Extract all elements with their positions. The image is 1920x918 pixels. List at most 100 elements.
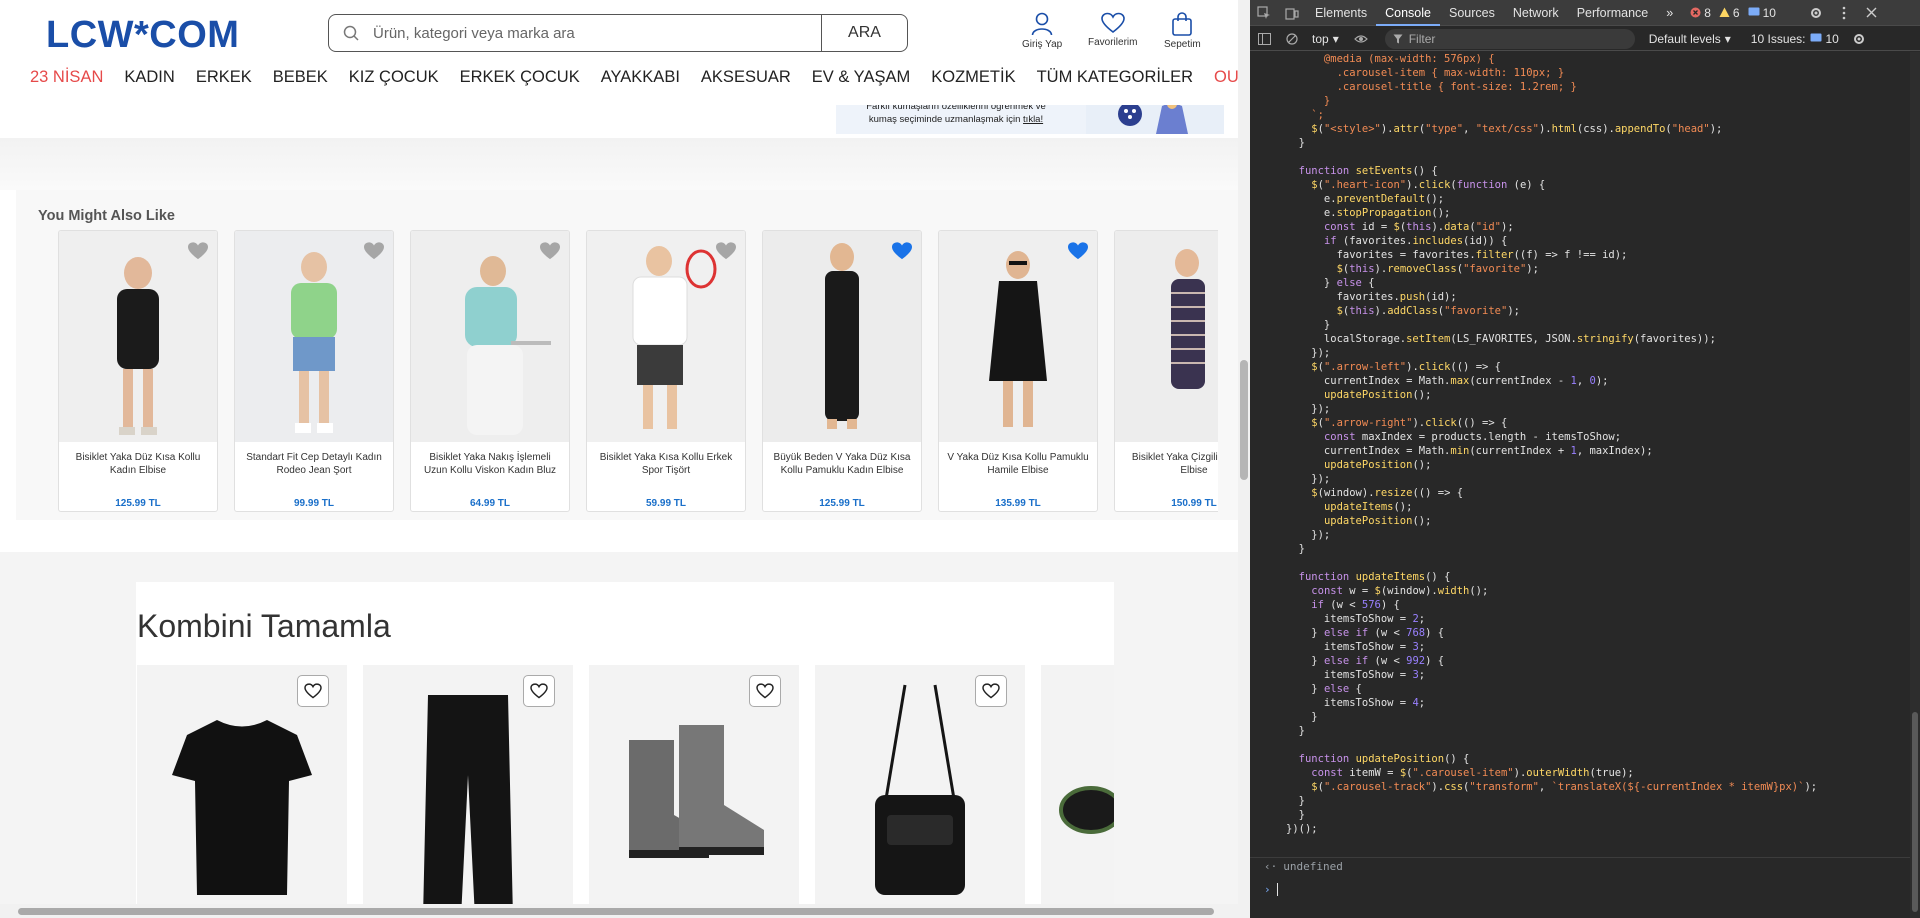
nav-item-aksesuar[interactable]: AKSESUAR [701,68,791,87]
nav-item-kozmetik[interactable]: KOZMETİK [931,68,1015,87]
nav-item-erkek-cocuk[interactable]: ERKEK ÇOCUK [460,68,580,87]
code-line: }); [1286,473,1331,485]
result-arrow-icon: ‹· [1264,860,1278,873]
product-card[interactable]: Büyük Beden V Yaka Düz Kısa Kollu Pamukl… [762,230,922,512]
heart-icon[interactable] [715,241,737,261]
heart-icon-favorited[interactable] [891,241,913,261]
banner-link[interactable]: tıkla! [1023,114,1043,125]
product-image [235,231,393,442]
tab-console[interactable]: Console [1376,0,1440,26]
product-card[interactable] [589,665,799,918]
product-name: Bisiklet Yaka Kısa Kollu Erkek Spor Tişö… [599,452,733,476]
code-line: } [1286,809,1305,821]
nav-item-erkek[interactable]: ERKEK [196,68,252,87]
devtools-panel: Elements Console Sources Network Perform… [1250,0,1920,918]
product-card[interactable]: Bisiklet Yaka Çizgili K Kadın Elbise 150… [1114,230,1218,512]
code-line: $(".arrow-right").click(() => { [1311,417,1508,429]
login-button[interactable]: Giriş Yap [1022,12,1062,50]
product-card[interactable]: Standart Fit Cep Detaylı Kadın Rodeo Jea… [234,230,394,512]
heart-icon-favorited[interactable] [1067,241,1089,261]
heart-icon [530,683,548,699]
scrollbar-thumb[interactable] [18,908,1214,915]
favorite-button[interactable] [975,675,1007,707]
site-logo[interactable]: LCW*COM [46,14,239,57]
close-icon[interactable] [1858,0,1886,26]
more-tabs-icon[interactable]: » [1657,0,1682,26]
device-toolbar-icon[interactable] [1278,0,1306,26]
nav-item-ev-yasam[interactable]: EV & YAŞAM [812,68,910,87]
issues-button[interactable]: 10 Issues: 10 [1751,32,1839,46]
code-line: $(this).addClass("favorite"); [1336,305,1520,317]
nav-item-outlet[interactable]: OUTLET [1214,68,1238,87]
login-label: Giriş Yap [1022,39,1063,50]
complete-the-look-carousel [137,665,1114,918]
clear-console-icon[interactable] [1278,26,1306,52]
nav-item-tum-kategoriler[interactable]: TÜM KATEGORİLER [1037,68,1193,87]
scrollbar-thumb[interactable] [1240,360,1248,480]
product-image [763,231,921,442]
product-price: 125.99 TL [819,498,865,509]
favorite-button[interactable] [523,675,555,707]
chevron-down-icon: ▾ [1724,31,1731,46]
product-name: Bisiklet Yaka Düz Kısa Kollu Kadın Elbis… [75,452,201,476]
more-options-icon[interactable] [1830,0,1858,26]
log-levels-dropdown[interactable]: Default levels ▾ [1649,32,1731,46]
tab-elements[interactable]: Elements [1306,0,1376,26]
product-card[interactable]: Bisiklet Yaka Nakış İşlemeli Uzun Kollu … [410,230,570,512]
horizontal-scrollbar[interactable] [0,904,1238,918]
search-input[interactable]: Ürün, kategori veya marka ara [373,25,821,42]
code-line: itemsToShow = 4; [1286,697,1426,709]
sidebar-toggle-icon[interactable] [1250,26,1278,52]
error-badge[interactable]: 8 [1690,6,1711,20]
product-card[interactable] [363,665,573,918]
tab-sources[interactable]: Sources [1440,0,1504,26]
code-line: favorites = favorites.filter((f) => f !=… [1286,249,1628,261]
favorite-button[interactable] [297,675,329,707]
nav-item-kiz-cocuk[interactable]: KIZ ÇOCUK [349,68,439,87]
favorites-label: Favorilerim [1088,37,1138,48]
console-scrollbar[interactable] [1910,52,1920,918]
heart-icon[interactable] [539,241,561,261]
product-card[interactable]: Bisiklet Yaka Düz Kısa Kollu Kadın Elbis… [58,230,218,512]
product-card[interactable]: V Yaka Düz Kısa Kollu Pamuklu Hamile Elb… [938,230,1098,512]
warning-badge[interactable]: 6 [1719,6,1740,20]
product-card[interactable] [137,665,347,918]
info-badge[interactable]: 10 [1748,6,1776,20]
code-line: }); [1286,529,1331,541]
code-line: $("<style>").attr("type", "text/css").ht… [1311,123,1723,135]
product-image [59,231,217,442]
console-toolbar: top ▾ Filter Default levels ▾ 10 Issues:… [1250,27,1920,51]
scrollbar-thumb[interactable] [1912,712,1918,912]
heart-icon[interactable] [363,241,385,261]
product-card[interactable]: Bisiklet Yaka Kısa Kollu Erkek Spor Tişö… [586,230,746,512]
search-icon [329,25,373,41]
favorites-button[interactable]: Favorilerim [1088,12,1137,48]
eye-icon[interactable] [1347,26,1375,52]
tab-performance[interactable]: Performance [1568,0,1658,26]
settings-gear-icon[interactable] [1802,0,1830,26]
vertical-scrollbar[interactable] [1238,0,1250,918]
nav-item-bebek[interactable]: BEBEK [273,68,328,87]
product-card[interactable] [815,665,1025,918]
inspect-element-icon[interactable] [1250,0,1278,26]
console-prompt[interactable]: › [1250,880,1910,898]
section-title: You Might Also Like [38,208,175,224]
product-card[interactable] [1041,665,1114,918]
search-button[interactable]: ARA [821,15,907,51]
tab-network[interactable]: Network [1504,0,1568,26]
nav-item-23-nisan[interactable]: 23 NİSAN [30,68,103,87]
console-settings-gear-icon[interactable] [1845,26,1873,52]
product-price: 135.99 TL [995,498,1041,509]
heart-icon[interactable] [187,241,209,261]
favorite-button[interactable] [749,675,781,707]
nav-item-ayakkabi[interactable]: AYAKKABI [601,68,680,87]
context-selector[interactable]: top ▾ [1312,32,1339,46]
product-image [939,231,1097,442]
context-label: top [1312,31,1329,46]
cart-button[interactable]: Sepetim [1164,12,1201,50]
code-line: } else { [1286,277,1375,289]
console-filter-input[interactable]: Filter [1384,28,1635,49]
code-line: }); [1286,347,1331,359]
nav-item-kadin[interactable]: KADIN [124,68,174,87]
